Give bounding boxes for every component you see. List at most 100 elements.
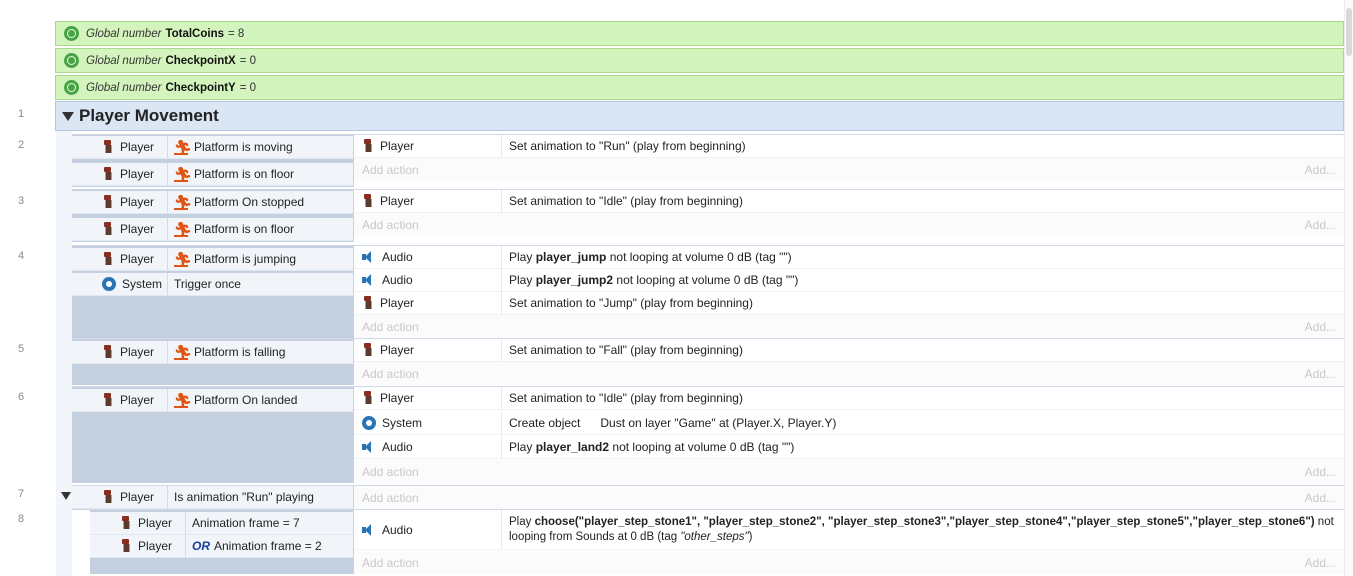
player-sprite-icon [102, 490, 113, 504]
top-band [0, 0, 1353, 20]
player-sprite-icon [102, 393, 113, 407]
condition-text: 🏃︎ Platform is jumping [174, 251, 297, 267]
add-action-link[interactable]: Add action [362, 491, 419, 505]
add-action-row[interactable]: Add action Add... [354, 551, 1344, 574]
action-object: Player [354, 190, 502, 212]
action-object: Player [354, 339, 502, 361]
action-text: Play player_jump2 not looping at volume … [509, 273, 799, 287]
action-row[interactable]: Audio Play player_land2 not looping at v… [354, 436, 1344, 459]
add-action-row[interactable]: Add action Add... [354, 158, 1344, 181]
action-row[interactable]: Audio Play player_jump not looping at vo… [354, 246, 1344, 269]
action-row[interactable]: Player Set animation to "Run" (play from… [354, 135, 1344, 158]
add-link[interactable]: Add... [1305, 320, 1336, 334]
condition-text: Is animation "Run" playing [174, 490, 314, 504]
sub-event-block[interactable]: Player Animation frame = 7 Player OR Anim… [90, 509, 1344, 574]
platform-behavior-icon: 🏃︎ [174, 194, 192, 210]
condition-row[interactable]: Player 🏃︎ Platform On stopped [72, 191, 353, 214]
add-action-row[interactable]: Add action Add... [354, 362, 1344, 385]
action-row[interactable]: Audio Play choose("player_step_stone1", … [354, 510, 1344, 550]
condition-row[interactable]: Player Is animation "Run" playing [72, 486, 353, 509]
add-action-row[interactable]: Add action Add... [354, 486, 1344, 509]
global-var-row[interactable]: Global number CheckpointY = 0 [55, 75, 1344, 100]
condition-row[interactable]: Player 🏃︎ Platform is on floor [72, 218, 353, 241]
vertical-scrollbar[interactable] [1344, 0, 1353, 576]
condition-row[interactable]: System Trigger once [72, 273, 353, 296]
scrollbar-thumb[interactable] [1346, 8, 1352, 56]
collapse-triangle-icon[interactable] [61, 492, 71, 500]
action-text: Set animation to "Fall" (play from begin… [509, 343, 743, 357]
condition-row[interactable]: Player 🏃︎ Platform On landed [72, 389, 353, 412]
add-action-link[interactable]: Add action [362, 320, 419, 334]
event-group[interactable]: Player Movement [55, 101, 1344, 131]
player-sprite-icon [102, 222, 113, 236]
var-name: CheckpointX [165, 54, 236, 67]
add-link[interactable]: Add... [1305, 491, 1336, 505]
condition-text: Animation frame = 7 [192, 516, 300, 530]
action-column: Audio Play choose("player_step_stone1", … [353, 510, 1344, 574]
add-action-link[interactable]: Add action [362, 556, 419, 570]
action-row[interactable]: Audio Play player_jump2 not looping at v… [354, 269, 1344, 292]
condition-text: 🏃︎ Platform is falling [174, 344, 286, 360]
collapse-triangle-icon[interactable] [62, 111, 74, 121]
condition-object: Player [72, 191, 168, 213]
condition-row[interactable]: Player 🏃︎ Platform is on floor [72, 163, 353, 186]
condition-row[interactable]: Player Animation frame = 7 [90, 512, 353, 535]
audio-speaker-icon [362, 251, 376, 263]
player-sprite-icon [362, 194, 373, 208]
player-sprite-icon [120, 516, 131, 530]
condition-object: Player [72, 486, 168, 508]
player-sprite-icon [102, 195, 113, 209]
condition-object: Player [72, 163, 168, 185]
condition-object: Player [72, 136, 168, 158]
var-name: CheckpointY [165, 81, 236, 94]
action-text: Play choose("player_step_stone1", "playe… [509, 515, 1334, 543]
event-block[interactable]: Player 🏃︎ Platform is falling Player Set … [72, 338, 1344, 385]
action-object: Audio [354, 246, 502, 268]
add-link[interactable]: Add... [1305, 465, 1336, 479]
condition-row[interactable]: Player 🏃︎ Platform is falling [72, 341, 353, 364]
player-sprite-icon [362, 343, 373, 357]
add-action-row[interactable]: Add action Add... [354, 213, 1344, 236]
platform-behavior-icon: 🏃︎ [174, 166, 192, 182]
condition-object: Player [90, 535, 186, 557]
player-sprite-icon [102, 345, 113, 359]
action-column: Player Set animation to "Idle" (play fro… [353, 387, 1344, 483]
player-sprite-icon [362, 296, 373, 310]
add-action-link[interactable]: Add action [362, 367, 419, 381]
condition-object: System [72, 273, 168, 295]
action-row[interactable]: Player Set animation to "Jump" (play fro… [354, 292, 1344, 315]
condition-row[interactable]: Player OR Animation frame = 2 [90, 535, 353, 558]
add-action-link[interactable]: Add action [362, 163, 419, 177]
condition-text: OR Animation frame = 2 [192, 539, 322, 553]
globe-icon [64, 80, 79, 95]
add-action-link[interactable]: Add action [362, 465, 419, 479]
add-action-row[interactable]: Add action Add... [354, 315, 1344, 338]
global-var-row[interactable]: Global number CheckpointX = 0 [55, 48, 1344, 73]
add-link[interactable]: Add... [1305, 163, 1336, 177]
event-block[interactable]: Player 🏃︎ Platform is moving Player 🏃︎ Pla… [72, 134, 1344, 187]
action-object: Audio [354, 510, 502, 549]
action-row[interactable]: Player Set animation to "Fall" (play fro… [354, 339, 1344, 362]
event-block[interactable]: → Player 🏃︎Platform On stopped Player 🏃︎… [72, 189, 1344, 242]
action-text: Play player_jump not looping at volume 0… [509, 250, 792, 264]
event-block[interactable]: Player 🏃︎ Platform is jumping System Trig… [72, 245, 1344, 338]
action-object: Player [354, 292, 502, 314]
add-action-row[interactable]: Add action Add... [354, 460, 1344, 483]
action-row[interactable]: System Create object Dust on layer "Game… [354, 412, 1344, 435]
action-text: Create object Dust on layer "Game" at (P… [509, 416, 837, 430]
platform-behavior-icon: 🏃︎ [174, 221, 192, 237]
condition-row[interactable]: Player 🏃︎ Platform is moving [72, 136, 353, 159]
player-sprite-icon [120, 539, 131, 553]
action-row[interactable]: Player Set animation to "Idle" (play fro… [354, 190, 1344, 213]
action-object: Audio [354, 436, 502, 458]
action-row[interactable]: Player Set animation to "Idle" (play fro… [354, 387, 1344, 410]
event-block[interactable]: Player Is animation "Run" playing Add ac… [72, 485, 1344, 510]
event-block[interactable]: → Player 🏃︎Platform On landed Player Set… [72, 386, 1344, 483]
var-kind: Global number [86, 27, 162, 40]
add-action-link[interactable]: Add action [362, 218, 419, 232]
add-link[interactable]: Add... [1305, 367, 1336, 381]
global-var-row[interactable]: Global number TotalCoins = 8 [55, 21, 1344, 46]
condition-row[interactable]: Player 🏃︎ Platform is jumping [72, 248, 353, 271]
add-link[interactable]: Add... [1305, 218, 1336, 232]
add-link[interactable]: Add... [1305, 556, 1336, 570]
